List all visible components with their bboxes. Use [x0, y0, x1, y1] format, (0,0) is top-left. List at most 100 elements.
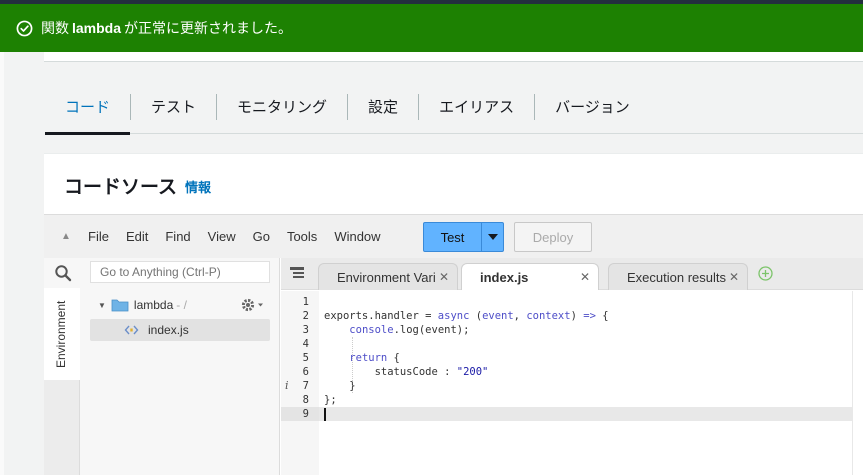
tab-configuration[interactable]: 設定	[348, 80, 418, 134]
tab-monitoring-label: モニタリング	[237, 99, 328, 116]
left-margin	[0, 52, 4, 475]
search-icon	[55, 265, 72, 282]
menu-tools[interactable]: Tools	[287, 229, 317, 244]
code-line: };	[324, 394, 337, 406]
search-row	[44, 258, 280, 288]
code-line: statusCode : "200"	[324, 365, 489, 379]
go-to-anything-input[interactable]	[90, 261, 270, 283]
deploy-button[interactable]: Deploy	[514, 222, 592, 252]
banner-prefix: 関数	[41, 20, 69, 36]
tab-environment[interactable]: Environment	[44, 288, 80, 380]
tab-code[interactable]: コード	[45, 80, 131, 135]
info-icon[interactable]: i	[285, 379, 289, 392]
code-token: exports.handler =	[324, 310, 438, 322]
code-token: "200"	[456, 366, 489, 378]
function-tabs: コード テスト モニタリング 設定 エイリアス バージョン	[45, 80, 863, 135]
close-icon[interactable]: ✕	[580, 270, 590, 284]
close-icon[interactable]: ✕	[439, 270, 449, 284]
caret-down-icon	[487, 234, 498, 240]
code-token: event	[482, 310, 514, 322]
banner-suffix: が正常に更新されました。	[124, 20, 293, 36]
gear-icon[interactable]	[240, 297, 266, 313]
check-circle-icon	[16, 20, 33, 36]
ide-menubar: ▲ File Edit Find View Go Tools Window Te…	[44, 214, 863, 258]
code-token: {	[387, 352, 400, 364]
line-number: 8	[302, 394, 309, 406]
collapse-icon[interactable]: ▲	[58, 231, 74, 242]
line-number: 1	[302, 296, 309, 308]
menu-file[interactable]: File	[88, 229, 109, 244]
editor-tab-index-js[interactable]: index.js ✕	[461, 263, 599, 290]
header-card	[44, 52, 863, 62]
code-line: exports.handler = async (event, context)…	[324, 309, 609, 323]
folder-icon	[111, 299, 129, 312]
text-cursor	[324, 408, 326, 421]
info-link[interactable]: 情報	[185, 177, 211, 196]
menu-find[interactable]: Find	[165, 229, 190, 244]
menu-edit[interactable]: Edit	[126, 229, 148, 244]
panel-title: コードソース	[64, 177, 178, 198]
code-token: ,	[513, 310, 527, 322]
editor-tab-label: index.js	[480, 269, 529, 285]
line-number: 2	[302, 310, 309, 322]
tab-versions-label: バージョン	[555, 99, 630, 116]
line-gutter: 1 2 3 4 5 6 7 i 8 9	[281, 291, 319, 475]
editor-tab-label: Environment Vari	[337, 269, 436, 285]
editor-tab-label: Execution results	[627, 269, 726, 285]
ide-sidebar: Environment ▼ lambda - / index.js	[44, 258, 280, 475]
code-token: async	[437, 310, 470, 322]
line-number: 4	[302, 338, 309, 350]
code-token: {	[595, 310, 609, 322]
editor-tab-bar: Environment Vari ✕ index.js ✕ Execution …	[281, 258, 863, 290]
tab-aliases-label: エイリアス	[439, 99, 515, 116]
menu-go[interactable]: Go	[253, 229, 270, 244]
add-tab-icon[interactable]	[758, 266, 773, 281]
menu-window[interactable]: Window	[334, 229, 380, 244]
tab-configuration-label: 設定	[368, 99, 399, 116]
editor-tab-environment-vars[interactable]: Environment Vari ✕	[318, 263, 458, 290]
code-editor[interactable]: exports.handler = async (event, context)…	[319, 291, 852, 475]
print-margin	[852, 291, 853, 475]
code-line: return {	[324, 351, 400, 365]
code-line-active	[319, 407, 852, 421]
tab-versions[interactable]: バージョン	[535, 80, 650, 134]
code-token: statusCode :	[324, 366, 457, 378]
tab-environment-label: Environment	[54, 300, 68, 368]
line-number: 3	[302, 324, 309, 336]
vertical-tabs: Environment	[44, 288, 80, 475]
code-token: (	[469, 310, 483, 322]
test-button[interactable]: Test	[423, 222, 482, 252]
tree-file-index-js[interactable]: index.js	[90, 319, 270, 341]
tab-test[interactable]: テスト	[131, 80, 216, 134]
editor-tab-execution-results[interactable]: Execution results ✕	[608, 263, 748, 290]
file-tree: ▼ lambda - / index.js	[90, 294, 270, 341]
tree-root-folder[interactable]: ▼ lambda - /	[90, 294, 270, 316]
line-number: 6	[302, 366, 309, 378]
expand-arrow-icon[interactable]: ▼	[98, 301, 106, 310]
test-dropdown-button[interactable]	[481, 222, 504, 252]
tab-test-label: テスト	[151, 99, 197, 116]
tab-code-label: コード	[65, 99, 111, 116]
tree-root-path: - /	[176, 298, 187, 312]
code-token: =>	[583, 310, 596, 322]
tree-file-label: index.js	[148, 323, 189, 337]
tab-monitoring[interactable]: モニタリング	[217, 80, 347, 134]
tab-list-icon[interactable]	[290, 267, 304, 280]
code-token: )	[570, 310, 584, 322]
code-token: return	[349, 352, 388, 364]
code-token: .log(event);	[393, 324, 470, 336]
code-token: console	[349, 324, 394, 336]
menu-view[interactable]: View	[208, 229, 236, 244]
success-banner: 関数 lambda が正常に更新されました。	[0, 4, 863, 52]
code-token: context	[526, 310, 571, 322]
code-line: }	[324, 380, 356, 392]
close-icon[interactable]: ✕	[729, 270, 739, 284]
line-number-active: 9	[281, 407, 319, 421]
code-line: console.log(event);	[324, 323, 469, 337]
tree-root-label: lambda	[133, 298, 174, 312]
banner-function-name: lambda	[72, 20, 122, 36]
tab-aliases[interactable]: エイリアス	[419, 80, 534, 134]
line-number: 5	[302, 352, 309, 364]
